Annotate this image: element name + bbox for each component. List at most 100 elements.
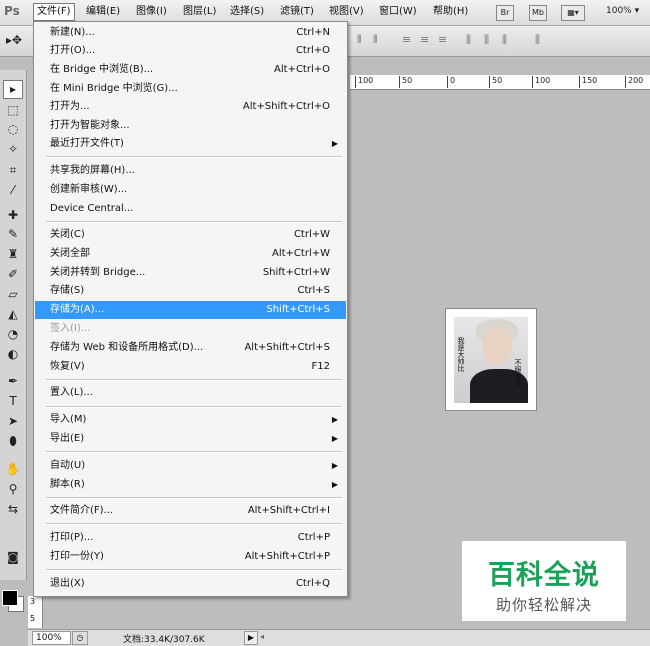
align-left-icon[interactable]: ⫴ — [357, 34, 369, 46]
menu-item-label: 关闭全部 — [50, 248, 90, 259]
menu-item-device-central[interactable]: Device Central... — [35, 200, 346, 218]
menu-item-label: 签入(I)... — [50, 323, 91, 334]
menu-item-shortcut: Ctrl+N — [296, 27, 330, 38]
menu-item-browse-bridge[interactable]: 在 Bridge 中浏览(B)... Alt+Ctrl+O — [35, 61, 346, 79]
menu-item-revert[interactable]: 恢复(V) F12 — [35, 358, 346, 376]
screen-mode-icon[interactable]: ▦▾ — [561, 5, 585, 21]
menu-item-place[interactable]: 置入(L)... — [35, 384, 346, 402]
shape-tool-icon[interactable]: ⬮ — [3, 432, 23, 451]
menu-item-browse-mini-bridge[interactable]: 在 Mini Bridge 中浏览(G)... — [35, 80, 346, 98]
menu-item-scripts[interactable]: 脚本(R) ▶ — [35, 476, 346, 494]
menu-item-open[interactable]: 打开(O)... Ctrl+O — [35, 42, 346, 60]
menu-item-close-go-bridge[interactable]: 关闭并转到 Bridge... Shift+Ctrl+W — [35, 264, 346, 282]
gradient-tool-icon[interactable]: ◭ — [3, 305, 23, 324]
menu-item-shortcut: Ctrl+O — [295, 45, 330, 56]
menu-image[interactable]: 图像(I) — [133, 4, 170, 20]
type-tool-icon[interactable]: T — [3, 392, 23, 411]
crop-tool-icon[interactable]: ⌗ — [3, 161, 23, 180]
marquee-tool-icon[interactable]: ⬚ — [3, 101, 23, 120]
swap-colors-icon[interactable]: ⇆ — [3, 500, 23, 519]
menu-edit[interactable]: 编辑(E) — [83, 4, 123, 20]
menu-item-shortcut: Ctrl+S — [297, 285, 330, 296]
distribute-middle-icon[interactable]: ≡ — [420, 34, 432, 46]
zoom-tool-icon[interactable]: ⚲ — [3, 480, 23, 499]
menu-item-save-for-web[interactable]: 存储为 Web 和设备所用格式(D)... Alt+Shift+Ctrl+S — [35, 339, 346, 357]
doc-info-icon[interactable]: ◷ — [72, 631, 88, 645]
submenu-arrow-icon: ▶ — [331, 139, 338, 148]
menu-item-open-recent[interactable]: 最近打开文件(T) ▶ — [35, 135, 346, 153]
lasso-tool-icon[interactable]: ◌ — [3, 120, 23, 139]
distribute-hcenter-icon[interactable]: ⫼ — [484, 34, 496, 46]
menu-item-open-as-smart-object[interactable]: 打开为智能对象... — [35, 117, 346, 135]
brush-tool-icon[interactable]: ✎ — [3, 225, 23, 244]
align-center-icon[interactable]: ⫴ — [373, 34, 385, 46]
menu-select[interactable]: 选择(S) — [227, 4, 267, 20]
menu-item-label: 退出(X) — [50, 578, 85, 589]
menu-item-label: 自动(U) — [50, 460, 86, 471]
zoom-level-select[interactable]: 100% ▾ — [606, 6, 639, 16]
mini-bridge-button[interactable]: Mb — [529, 5, 547, 21]
path-select-tool-icon[interactable]: ➤ — [3, 412, 23, 431]
watermark-title: 百科全说 — [488, 560, 600, 591]
quick-select-tool-icon[interactable]: ✧ — [3, 140, 23, 159]
dodge-tool-icon[interactable]: ◐ — [3, 345, 23, 364]
menu-item-exit[interactable]: 退出(X) Ctrl+Q — [35, 575, 346, 593]
menu-item-label: 关闭并转到 Bridge... — [50, 267, 146, 278]
menu-item-new[interactable]: 新建(N)... Ctrl+N — [35, 24, 346, 42]
menu-item-save[interactable]: 存储(S) Ctrl+S — [35, 282, 346, 300]
menu-view[interactable]: 视图(V) — [326, 4, 367, 20]
healing-brush-tool-icon[interactable]: ✚ — [3, 206, 23, 225]
photo-text-right: 不服来战 — [514, 359, 522, 387]
menu-item-close[interactable]: 关闭(C) Ctrl+W — [35, 226, 346, 244]
scroll-left-icon[interactable]: ◂ — [260, 632, 264, 641]
menu-item-label: 打印一份(Y) — [50, 551, 104, 562]
document-canvas[interactable]: 我是大帅比 不服来战 — [445, 308, 537, 411]
distribute-right-icon[interactable]: ⫼ — [502, 34, 514, 46]
document-size-info: 文档:33.4K/307.6K — [123, 635, 205, 645]
auto-align-icon[interactable]: ⫼ — [535, 34, 547, 46]
menu-separator — [46, 451, 342, 453]
menu-item-new-review[interactable]: 创建新审核(W)... — [35, 181, 346, 199]
menu-item-export[interactable]: 导出(E) ▶ — [35, 430, 346, 448]
hand-tool-icon[interactable]: ✋ — [3, 460, 23, 479]
menu-item-print-one-copy[interactable]: 打印一份(Y) Alt+Shift+Ctrl+P — [35, 548, 346, 566]
menu-item-label: 打开为智能对象... — [50, 120, 130, 131]
menu-item-file-info[interactable]: 文件简介(F)... Alt+Shift+Ctrl+I — [35, 502, 346, 520]
foreground-color-swatch[interactable] — [2, 590, 18, 606]
menu-window[interactable]: 窗口(W) — [376, 4, 420, 20]
move-tool-icon[interactable]: ▸ — [3, 80, 23, 99]
quick-mask-icon[interactable]: ◙ — [3, 548, 23, 567]
bridge-button[interactable]: Br — [496, 5, 514, 21]
history-brush-tool-icon[interactable]: ✐ — [3, 265, 23, 284]
status-menu-arrow-icon[interactable]: ▶ — [244, 631, 258, 645]
menu-item-label: 存储为 Web 和设备所用格式(D)... — [50, 342, 204, 353]
eraser-tool-icon[interactable]: ▱ — [3, 285, 23, 304]
eyedropper-tool-icon[interactable]: ⁄ — [3, 181, 23, 200]
zoom-field[interactable]: 100% — [32, 631, 71, 645]
ruler-label: 150 — [579, 76, 597, 88]
menu-filter[interactable]: 滤镜(T) — [277, 4, 317, 20]
clone-stamp-tool-icon[interactable]: ♜ — [3, 245, 23, 264]
move-tool-icon[interactable]: ▸✥ — [6, 33, 22, 47]
distribute-left-icon[interactable]: ⫼ — [466, 34, 478, 46]
distribute-bottom-icon[interactable]: ≡ — [438, 34, 450, 46]
menu-item-automate[interactable]: 自动(U) ▶ — [35, 457, 346, 475]
menu-item-import[interactable]: 导入(M) ▶ — [35, 411, 346, 429]
menu-separator — [46, 569, 342, 571]
menu-item-close-all[interactable]: 关闭全部 Alt+Ctrl+W — [35, 245, 346, 263]
menu-item-shortcut: Alt+Shift+Ctrl+S — [244, 342, 330, 353]
menu-item-print[interactable]: 打印(P)... Ctrl+P — [35, 529, 346, 547]
menu-item-save-as[interactable]: 存储为(A)... Shift+Ctrl+S — [35, 301, 346, 319]
menu-layer[interactable]: 图层(L) — [180, 4, 219, 20]
pen-tool-icon[interactable]: ✒ — [3, 372, 23, 391]
menu-file[interactable]: 文件(F) — [33, 3, 75, 21]
blur-tool-icon[interactable]: ◔ — [3, 325, 23, 344]
menu-item-open-as[interactable]: 打开为... Alt+Shift+Ctrl+O — [35, 98, 346, 116]
menu-item-share-screen[interactable]: 共享我的屏幕(H)... — [35, 162, 346, 180]
menu-item-label: 在 Bridge 中浏览(B)... — [50, 64, 154, 75]
submenu-arrow-icon: ▶ — [331, 461, 338, 470]
distribute-top-icon[interactable]: ≡ — [402, 34, 414, 46]
menu-help[interactable]: 帮助(H) — [430, 4, 471, 20]
menu-separator — [46, 156, 342, 158]
menu-separator — [46, 221, 342, 223]
